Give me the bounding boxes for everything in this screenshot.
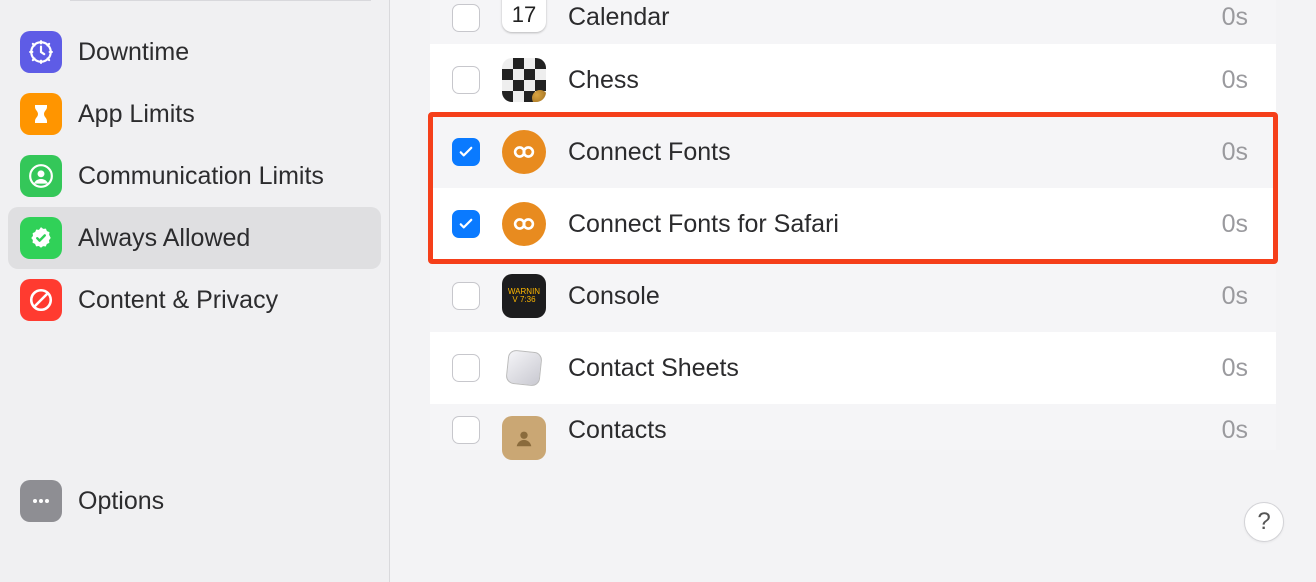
app-time: 0s <box>1222 354 1254 383</box>
hourglass-icon <box>20 93 62 135</box>
app-time: 0s <box>1222 416 1254 445</box>
app-row-calendar: JUL 17 Calendar 0s <box>430 0 1276 44</box>
sidebar-item-label: Options <box>78 487 164 516</box>
sidebar-item-label: Downtime <box>78 38 189 67</box>
app-name: Contacts <box>568 416 1200 445</box>
help-button[interactable]: ? <box>1244 502 1284 542</box>
app-time: 0s <box>1222 66 1254 95</box>
sidebar-item-communication-limits[interactable]: Communication Limits <box>8 145 381 207</box>
sidebar-item-content-privacy[interactable]: Content & Privacy <box>8 269 381 331</box>
app-name: Calendar <box>568 3 1200 32</box>
chess-app-icon <box>502 58 546 102</box>
checkbox-connect-fonts[interactable] <box>452 138 480 166</box>
sidebar-item-label: App Limits <box>78 100 195 129</box>
sidebar-item-options[interactable]: Options <box>8 470 381 532</box>
app-time: 0s <box>1222 210 1254 239</box>
app-name: Chess <box>568 66 1200 95</box>
ellipsis-icon <box>20 480 62 522</box>
sidebar-item-app-limits[interactable]: App Limits <box>8 83 381 145</box>
calendar-icon-day: 17 <box>512 0 536 30</box>
checkbox-contacts[interactable] <box>452 416 480 444</box>
main-panel: JUL 17 Calendar 0s Chess 0s <box>390 0 1316 582</box>
checkbox-console[interactable] <box>452 282 480 310</box>
sidebar-item-label: Always Allowed <box>78 224 250 253</box>
checkbox-calendar[interactable] <box>452 4 480 32</box>
app-time: 0s <box>1222 138 1254 167</box>
sidebar-item-label: Communication Limits <box>78 162 324 191</box>
checkbox-connect-fonts-safari[interactable] <box>452 210 480 238</box>
app-time: 0s <box>1222 282 1254 311</box>
sidebar-list: Downtime App Limits Communication Limits <box>8 21 381 331</box>
app-row-contacts: Contacts 0s <box>430 404 1276 450</box>
calendar-app-icon: JUL 17 <box>502 0 546 32</box>
app-name: Connect Fonts for Safari <box>568 210 1200 239</box>
sidebar-item-downtime[interactable]: Downtime <box>8 21 381 83</box>
sidebar-divider <box>70 0 371 1</box>
connect-fonts-app-icon <box>502 130 546 174</box>
sidebar: Downtime App Limits Communication Limits <box>0 0 390 582</box>
contact-sheets-app-icon <box>502 346 546 390</box>
app-name: Console <box>568 282 1200 311</box>
connect-fonts-safari-app-icon <box>502 202 546 246</box>
app-row-console: WARNIN V 7:36 Console 0s <box>430 260 1276 332</box>
no-sign-icon <box>20 279 62 321</box>
app-row-chess: Chess 0s <box>430 44 1276 116</box>
sidebar-item-always-allowed[interactable]: Always Allowed <box>8 207 381 269</box>
app-row-contact-sheets: Contact Sheets 0s <box>430 332 1276 404</box>
app-name: Connect Fonts <box>568 138 1200 167</box>
console-app-icon: WARNIN V 7:36 <box>502 274 546 318</box>
app-row-connect-fonts: Connect Fonts 0s <box>430 116 1276 188</box>
person-circle-icon <box>20 155 62 197</box>
contacts-app-icon <box>502 416 546 460</box>
sidebar-item-label: Content & Privacy <box>78 286 278 315</box>
app-time: 0s <box>1222 3 1254 32</box>
downtime-icon <box>20 31 62 73</box>
sidebar-bottom: Options <box>8 470 381 532</box>
app-row-connect-fonts-safari: Connect Fonts for Safari 0s <box>430 188 1276 260</box>
help-button-label: ? <box>1257 508 1270 536</box>
checkmark-seal-icon <box>20 217 62 259</box>
app-list: JUL 17 Calendar 0s Chess 0s <box>430 0 1276 450</box>
console-icon-line2: V 7:36 <box>512 296 535 304</box>
checkbox-contact-sheets[interactable] <box>452 354 480 382</box>
checkbox-chess[interactable] <box>452 66 480 94</box>
app-name: Contact Sheets <box>568 354 1200 383</box>
